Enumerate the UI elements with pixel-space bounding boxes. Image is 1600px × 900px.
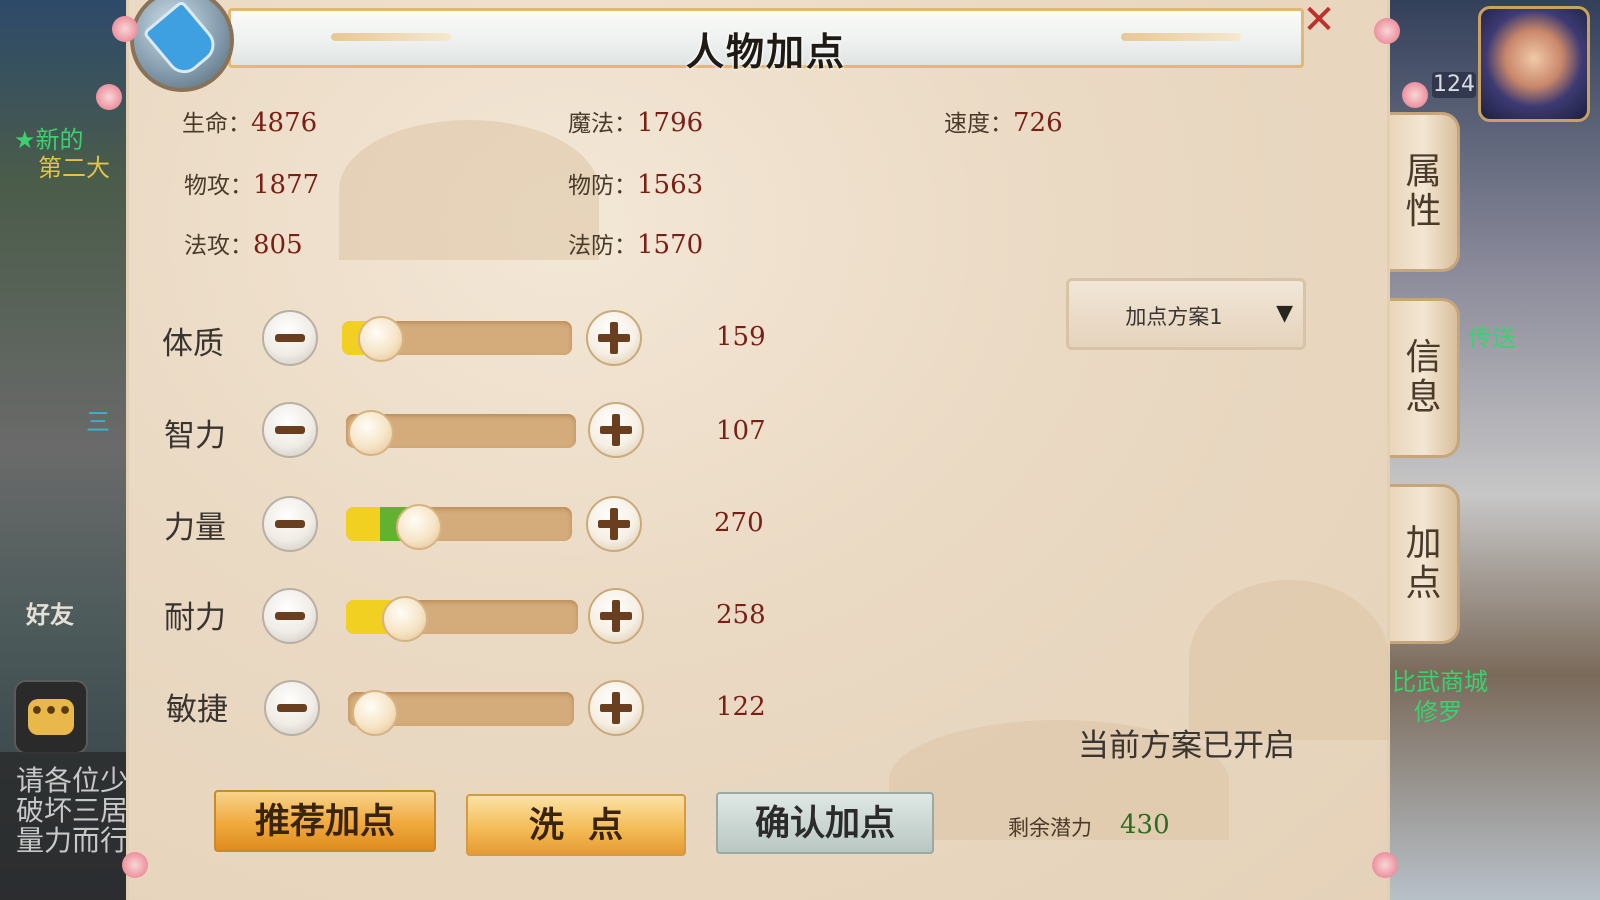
attr-value: 107 — [716, 416, 766, 446]
stat-hp: 生命：4876 — [182, 104, 317, 138]
increase-button[interactable] — [588, 680, 644, 736]
attr-label: 智力 — [164, 418, 226, 454]
player-level: 124 — [1432, 72, 1476, 98]
sword-blade-icon — [142, 0, 222, 81]
attr-slider-knob[interactable] — [348, 410, 394, 456]
recommend-points-button[interactable]: 推荐加点 — [214, 790, 436, 852]
attr-value: 258 — [716, 600, 766, 630]
attr-slider-knob[interactable] — [396, 504, 442, 550]
attr-slider-knob[interactable] — [352, 690, 398, 736]
stat-phys-atk: 物攻：1877 — [184, 166, 319, 200]
increase-button[interactable] — [586, 496, 642, 552]
stat-phys-def: 物防：1563 — [568, 166, 703, 200]
close-button[interactable]: ✕ — [1296, 0, 1342, 40]
stat-label: 法攻： — [184, 233, 253, 259]
minus-icon — [277, 704, 307, 712]
ink-mountain-decoration — [1189, 580, 1389, 740]
attr-slider-track[interactable] — [346, 600, 578, 634]
stat-label: 物防： — [568, 173, 637, 199]
stat-mp: 魔法：1796 — [568, 104, 703, 138]
title-bar: 人物加点 — [228, 8, 1304, 74]
stat-magic-def: 法防：1570 — [568, 226, 703, 260]
plus-icon — [600, 414, 632, 446]
attr-label: 耐力 — [164, 600, 226, 636]
plan-status-text: 当前方案已开启 — [1078, 728, 1295, 764]
bg-text-second: 第二大 — [38, 154, 110, 182]
attr-value: 270 — [714, 508, 764, 538]
stat-speed: 速度：726 — [944, 104, 1063, 138]
minus-icon — [275, 612, 305, 620]
tab-attributes[interactable]: 属性 — [1390, 112, 1460, 272]
friends-icon[interactable]: 好友 — [10, 580, 90, 650]
reset-points-button[interactable]: 洗 点 — [466, 794, 686, 856]
attr-slider-knob[interactable] — [358, 316, 404, 362]
bg-text-asura: 修罗 — [1414, 698, 1462, 726]
plus-icon — [598, 322, 630, 354]
stat-value: 1877 — [253, 170, 320, 200]
decrease-button[interactable] — [262, 310, 318, 366]
attr-label: 敏捷 — [166, 692, 228, 728]
attr-slider-track[interactable] — [346, 507, 572, 541]
stat-value: 726 — [1013, 108, 1063, 138]
tab-label: 属性 — [1405, 151, 1442, 232]
plus-icon — [600, 600, 632, 632]
attr-value: 122 — [716, 692, 766, 722]
stat-label: 法防： — [568, 233, 637, 259]
minus-icon — [275, 426, 305, 434]
tab-add-points[interactable]: 加点 — [1390, 484, 1460, 644]
decrease-button[interactable] — [264, 680, 320, 736]
tab-label: 信息 — [1405, 337, 1442, 418]
stat-label: 物攻： — [184, 173, 253, 199]
tab-label: 加点 — [1405, 523, 1442, 604]
increase-button[interactable] — [586, 310, 642, 366]
confirm-points-button[interactable]: 确认加点 — [716, 792, 934, 854]
minus-icon — [275, 334, 305, 342]
panel-title: 人物加点 — [685, 30, 846, 74]
flower-decoration — [1374, 18, 1400, 44]
bg-text-teleport: 传送 — [1468, 324, 1516, 352]
chat-bubble-icon: ••• — [28, 699, 74, 735]
flower-decoration — [1372, 852, 1398, 878]
stat-magic-atk: 法攻：805 — [184, 226, 303, 260]
remaining-points-value: 430 — [1120, 810, 1170, 840]
plus-icon — [600, 692, 632, 724]
bg-text-three: 三 — [86, 408, 110, 436]
plus-icon — [598, 508, 630, 540]
stat-value: 1563 — [637, 170, 704, 200]
attr-slider-knob[interactable] — [382, 596, 428, 642]
flower-decoration — [122, 852, 148, 878]
decrease-button[interactable] — [262, 588, 318, 644]
flower-decoration — [112, 16, 138, 42]
stat-label: 生命： — [182, 111, 251, 137]
minus-icon — [275, 520, 305, 528]
decrease-button[interactable] — [262, 402, 318, 458]
chevron-down-icon: ▼ — [1276, 301, 1293, 326]
stat-value: 4876 — [251, 108, 318, 138]
stat-label: 魔法： — [568, 111, 637, 137]
attr-label: 体质 — [162, 326, 224, 362]
attr-slider-fill — [346, 507, 380, 541]
stat-value: 1796 — [637, 108, 704, 138]
increase-button[interactable] — [588, 402, 644, 458]
chat-line: 请各位少 — [16, 764, 129, 797]
stat-value: 1570 — [637, 230, 704, 260]
chat-box[interactable]: 请各位少 破坏三居 量力而行 — [0, 752, 140, 900]
tab-info[interactable]: 信息 — [1390, 298, 1460, 458]
scheme-dropdown[interactable]: 加点方案1 ▼ — [1066, 278, 1306, 350]
ink-mountain-decoration — [339, 120, 599, 260]
chat-line: 量力而行 — [16, 824, 129, 857]
chat-line: 破坏三居 — [16, 794, 129, 827]
decrease-button[interactable] — [262, 496, 318, 552]
flower-decoration — [96, 84, 122, 110]
chat-button[interactable]: ••• — [14, 680, 88, 754]
remaining-points-label: 剩余潜力 — [1008, 816, 1092, 840]
flower-decoration — [1402, 82, 1428, 108]
attr-label: 力量 — [164, 510, 226, 546]
attr-value: 159 — [716, 322, 766, 352]
scheme-dropdown-label: 加点方案1 — [1125, 305, 1223, 329]
stat-label: 速度： — [944, 111, 1013, 137]
stat-value: 805 — [253, 230, 303, 260]
increase-button[interactable] — [588, 588, 644, 644]
player-avatar[interactable] — [1478, 6, 1590, 122]
